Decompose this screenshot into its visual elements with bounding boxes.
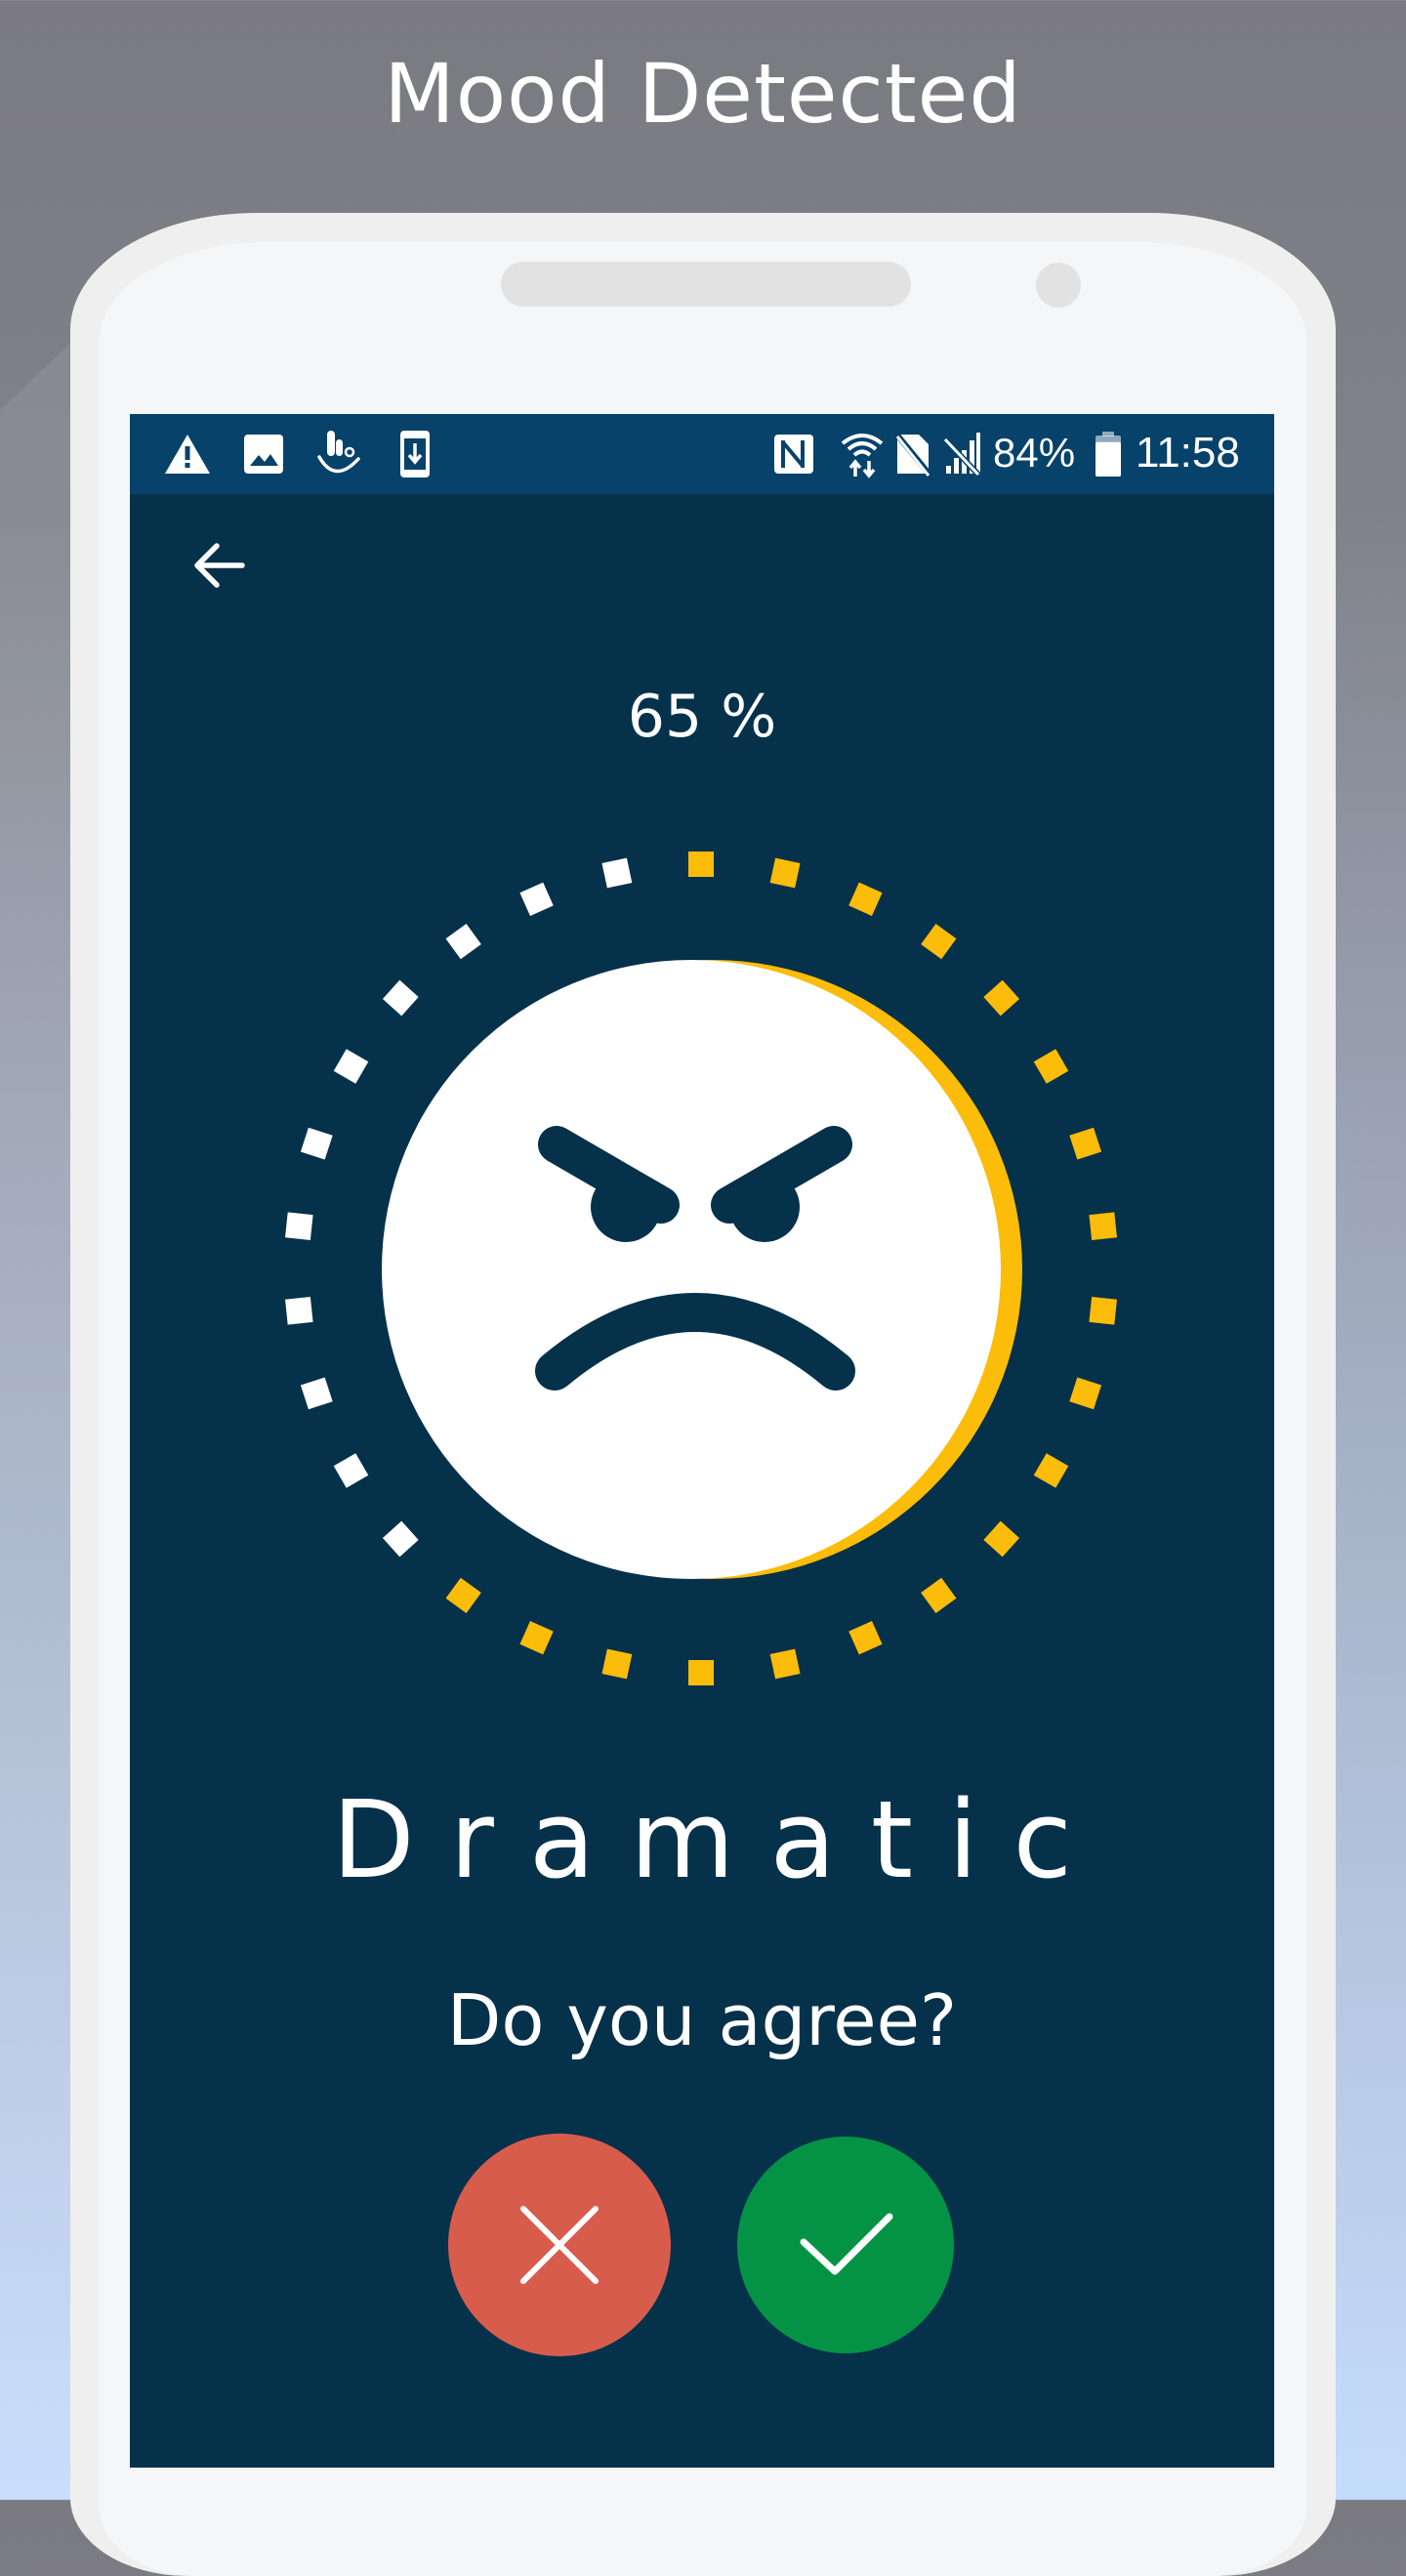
nfc-icon: [771, 431, 816, 478]
battery-percent: 84%: [993, 430, 1076, 476]
dial-tick-filled: [688, 852, 714, 877]
back-button[interactable]: [185, 531, 253, 600]
dial-tick-filled: [519, 1621, 554, 1655]
app-screen: 84% 11:58 65 % Dramatic Do you agree?: [130, 414, 1274, 2468]
agree-question: Do you agree?: [446, 1979, 958, 2061]
dial-tick-filled: [1069, 1127, 1102, 1160]
clock: 11:58: [1136, 429, 1240, 477]
battery-icon: [1093, 431, 1124, 478]
left-eyebrow: [538, 1126, 680, 1224]
dial-tick-filled: [1089, 1212, 1117, 1240]
frown-mouth: [535, 1293, 855, 1391]
status-bar: 84% 11:58: [130, 414, 1274, 494]
dial-tick-filled: [1089, 1297, 1117, 1325]
dial-tick-filled: [921, 923, 957, 960]
left-eye: [591, 1172, 661, 1242]
dial-tick-empty: [300, 1127, 333, 1160]
dial-ticks: [285, 852, 1117, 1685]
no-signal-icon: [940, 431, 985, 478]
dial-tick-filled: [688, 1660, 714, 1685]
dial-tick-empty: [382, 1520, 419, 1558]
agree-button[interactable]: [737, 2137, 954, 2353]
close-icon: [520, 2206, 599, 2284]
dial-tick-filled: [848, 882, 883, 916]
download-to-phone-icon: [397, 431, 433, 478]
dial-tick-empty: [285, 1212, 313, 1240]
dial-tick-filled: [769, 1648, 801, 1680]
dial-tick-empty: [333, 1049, 369, 1084]
dial-tick-filled: [983, 1520, 1020, 1558]
mood-label: Dramatic: [331, 1777, 1108, 1902]
right-eye: [729, 1172, 800, 1242]
face-shadow: [403, 960, 1022, 1579]
dial-tick-filled: [769, 857, 801, 889]
dial-tick-empty: [445, 923, 481, 960]
dial-tick-filled: [921, 1577, 957, 1614]
dial-tick-filled: [983, 979, 1020, 1017]
face-features: [535, 1126, 855, 1391]
dial-tick-filled: [601, 1648, 633, 1680]
disagree-button[interactable]: [448, 2134, 671, 2356]
dial-tick-filled: [848, 1621, 883, 1655]
confidence-percent: 65 %: [627, 683, 777, 751]
image-icon: [241, 431, 286, 478]
phone-camera: [1036, 263, 1081, 308]
angry-face-icon: [382, 960, 1001, 1579]
dial-tick-filled: [1033, 1453, 1069, 1488]
promo-title: Mood Detected: [384, 46, 1022, 142]
dial-tick-empty: [382, 979, 419, 1017]
right-eyebrow: [711, 1126, 852, 1224]
check-icon: [800, 2213, 893, 2275]
phone-speaker: [501, 262, 911, 307]
dial-tick-filled: [445, 1577, 481, 1614]
wifi-data-icon: [837, 431, 888, 478]
arrow-left-icon: [194, 543, 245, 588]
dial-tick-empty: [285, 1297, 313, 1325]
dial-tick-filled: [1069, 1377, 1102, 1410]
dial-tick-empty: [300, 1377, 333, 1410]
dial-tick-empty: [333, 1453, 369, 1488]
touchpal-keyboard-icon: [313, 431, 368, 478]
dial-tick-filled: [1033, 1049, 1069, 1084]
dial-tick-empty: [519, 882, 554, 916]
dial-tick-empty: [601, 857, 633, 889]
no-sim-icon: [891, 431, 934, 478]
warning-icon: [161, 431, 214, 478]
